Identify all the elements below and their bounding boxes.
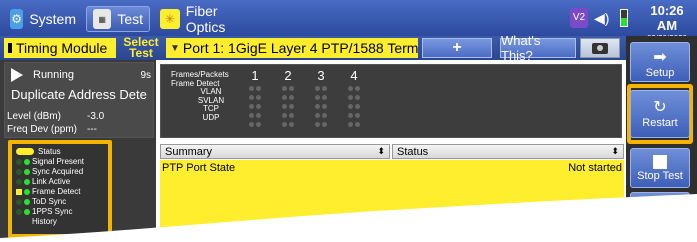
top-bar: ⚙ System ▦ Test ✳ Fiber Optics V2 ◀) 10:… — [0, 0, 697, 43]
status-header-label: Status — [397, 145, 429, 158]
led-label: Link Active — [32, 177, 71, 186]
tab-system-label: System — [29, 11, 76, 27]
port-test-dropdown[interactable]: ▼ Port 1: 1GigE Layer 4 PTP/1588 Term IP… — [166, 38, 463, 58]
port-number: 4 — [350, 68, 358, 83]
run-status-panel: Running 9s Duplicate Address Dete Level … — [4, 62, 154, 138]
port-test-label: Port 1: 1GigE Layer 4 PTP/1588 Term IPv6 — [182, 40, 451, 56]
battery-icon — [618, 8, 630, 28]
tab-test[interactable]: ▦ Test — [86, 6, 150, 32]
status-category-select[interactable]: Status ⬍ — [392, 144, 624, 159]
run-state-row: Running 9s — [11, 67, 151, 83]
led-label: Sync Acquired — [32, 167, 84, 176]
refresh-icon: ↻ — [653, 99, 667, 116]
frame-labels: Frames/Packets Frame Detect VLAN SVLAN T… — [171, 70, 251, 122]
gear-icon: ⚙ — [10, 9, 24, 29]
tab-fiber-label: Fiber Optics — [185, 3, 226, 35]
network-icon[interactable]: V2 — [570, 8, 588, 28]
led-label: Signal Present — [32, 157, 85, 166]
restart-button[interactable]: ↻ Restart — [630, 90, 690, 138]
led-status: Status — [16, 147, 61, 156]
port-number: 3 — [317, 68, 325, 83]
select-test-label[interactable]: Select Test — [118, 36, 164, 59]
updown-arrow-icon: ⬍ — [377, 146, 385, 156]
setup-button[interactable]: ➡ Setup — [630, 42, 690, 82]
port-number: 1 — [251, 68, 259, 83]
setup-label: Setup — [645, 67, 675, 79]
summary-category-select[interactable]: Summary ⬍ — [160, 144, 390, 159]
tab-fiber-optics[interactable]: ✳ Fiber Optics — [154, 3, 266, 35]
clock: 10:26 AM 09/20/2020 — [643, 3, 691, 43]
restart-label: Restart — [642, 117, 678, 129]
tab-test-label: Test — [117, 11, 143, 27]
timing-module-select[interactable]: Timing Module — [4, 38, 116, 58]
led-sync-acquired: Sync Acquired — [16, 167, 83, 176]
ptp-port-state-label: PTP Port State — [162, 162, 236, 174]
freq-dev-row: Freq Dev (ppm) --- — [7, 124, 147, 135]
green-led-icon — [24, 178, 30, 185]
stop-test-button[interactable]: Stop Test — [630, 148, 690, 188]
stop-test-label: Stop Test — [637, 170, 683, 182]
module-marker — [8, 43, 12, 53]
arrow-right-icon: ➡ — [653, 49, 667, 66]
level-row: Level (dBm) -3.0 — [7, 111, 147, 122]
freq-dev-label: Freq Dev (ppm) — [7, 124, 78, 135]
play-icon — [11, 68, 23, 82]
clock-time: 10:26 AM — [650, 3, 684, 33]
summary-header-label: Summary — [165, 145, 213, 158]
led-label: Status — [38, 147, 61, 156]
run-message: Duplicate Address Dete — [11, 87, 147, 102]
chevron-down-icon: ▼ — [170, 42, 180, 54]
tab-system[interactable]: ⚙ System — [4, 6, 82, 32]
port-number: 2 — [284, 68, 292, 83]
elapsed-time: 9s — [140, 69, 151, 81]
port-column-1: 1 — [245, 69, 265, 129]
frame-label: UDP — [202, 112, 220, 122]
stop-icon — [653, 155, 667, 169]
speaker-icon[interactable]: ◀) — [594, 8, 612, 28]
module-label: Timing Module — [16, 40, 108, 56]
whats-this-button[interactable]: What's This? — [500, 33, 576, 63]
green-led-icon — [24, 158, 30, 165]
port-column-2: 2 — [278, 69, 298, 129]
camera-icon — [592, 42, 608, 54]
port-column-4: 4 — [344, 69, 364, 129]
updown-arrow-icon: ⬍ — [611, 146, 619, 156]
fiber-icon: ✳ — [160, 9, 180, 29]
level-label: Level (dBm) — [7, 111, 61, 122]
test-icon: ▦ — [93, 9, 112, 29]
add-test-button[interactable]: + — [422, 38, 492, 58]
screenshot-button[interactable] — [580, 38, 620, 58]
port-column-3: 3 — [311, 69, 331, 129]
led-signal-present: Signal Present — [16, 157, 84, 166]
run-state: Running — [33, 69, 74, 81]
led-link-active: Link Active — [16, 177, 70, 186]
level-value: -3.0 — [87, 111, 105, 122]
green-led-icon — [24, 168, 30, 175]
freq-dev-value: --- — [87, 124, 97, 135]
status-pill-icon — [16, 148, 34, 155]
test-bar: Timing Module Select Test ▼ Port 1: 1Gig… — [0, 33, 626, 63]
frame-detect-panel: Frames/Packets Frame Detect VLAN SVLAN T… — [160, 64, 622, 138]
ptp-port-state-value: Not started — [568, 162, 622, 174]
torn-edge-overlay — [0, 194, 697, 242]
